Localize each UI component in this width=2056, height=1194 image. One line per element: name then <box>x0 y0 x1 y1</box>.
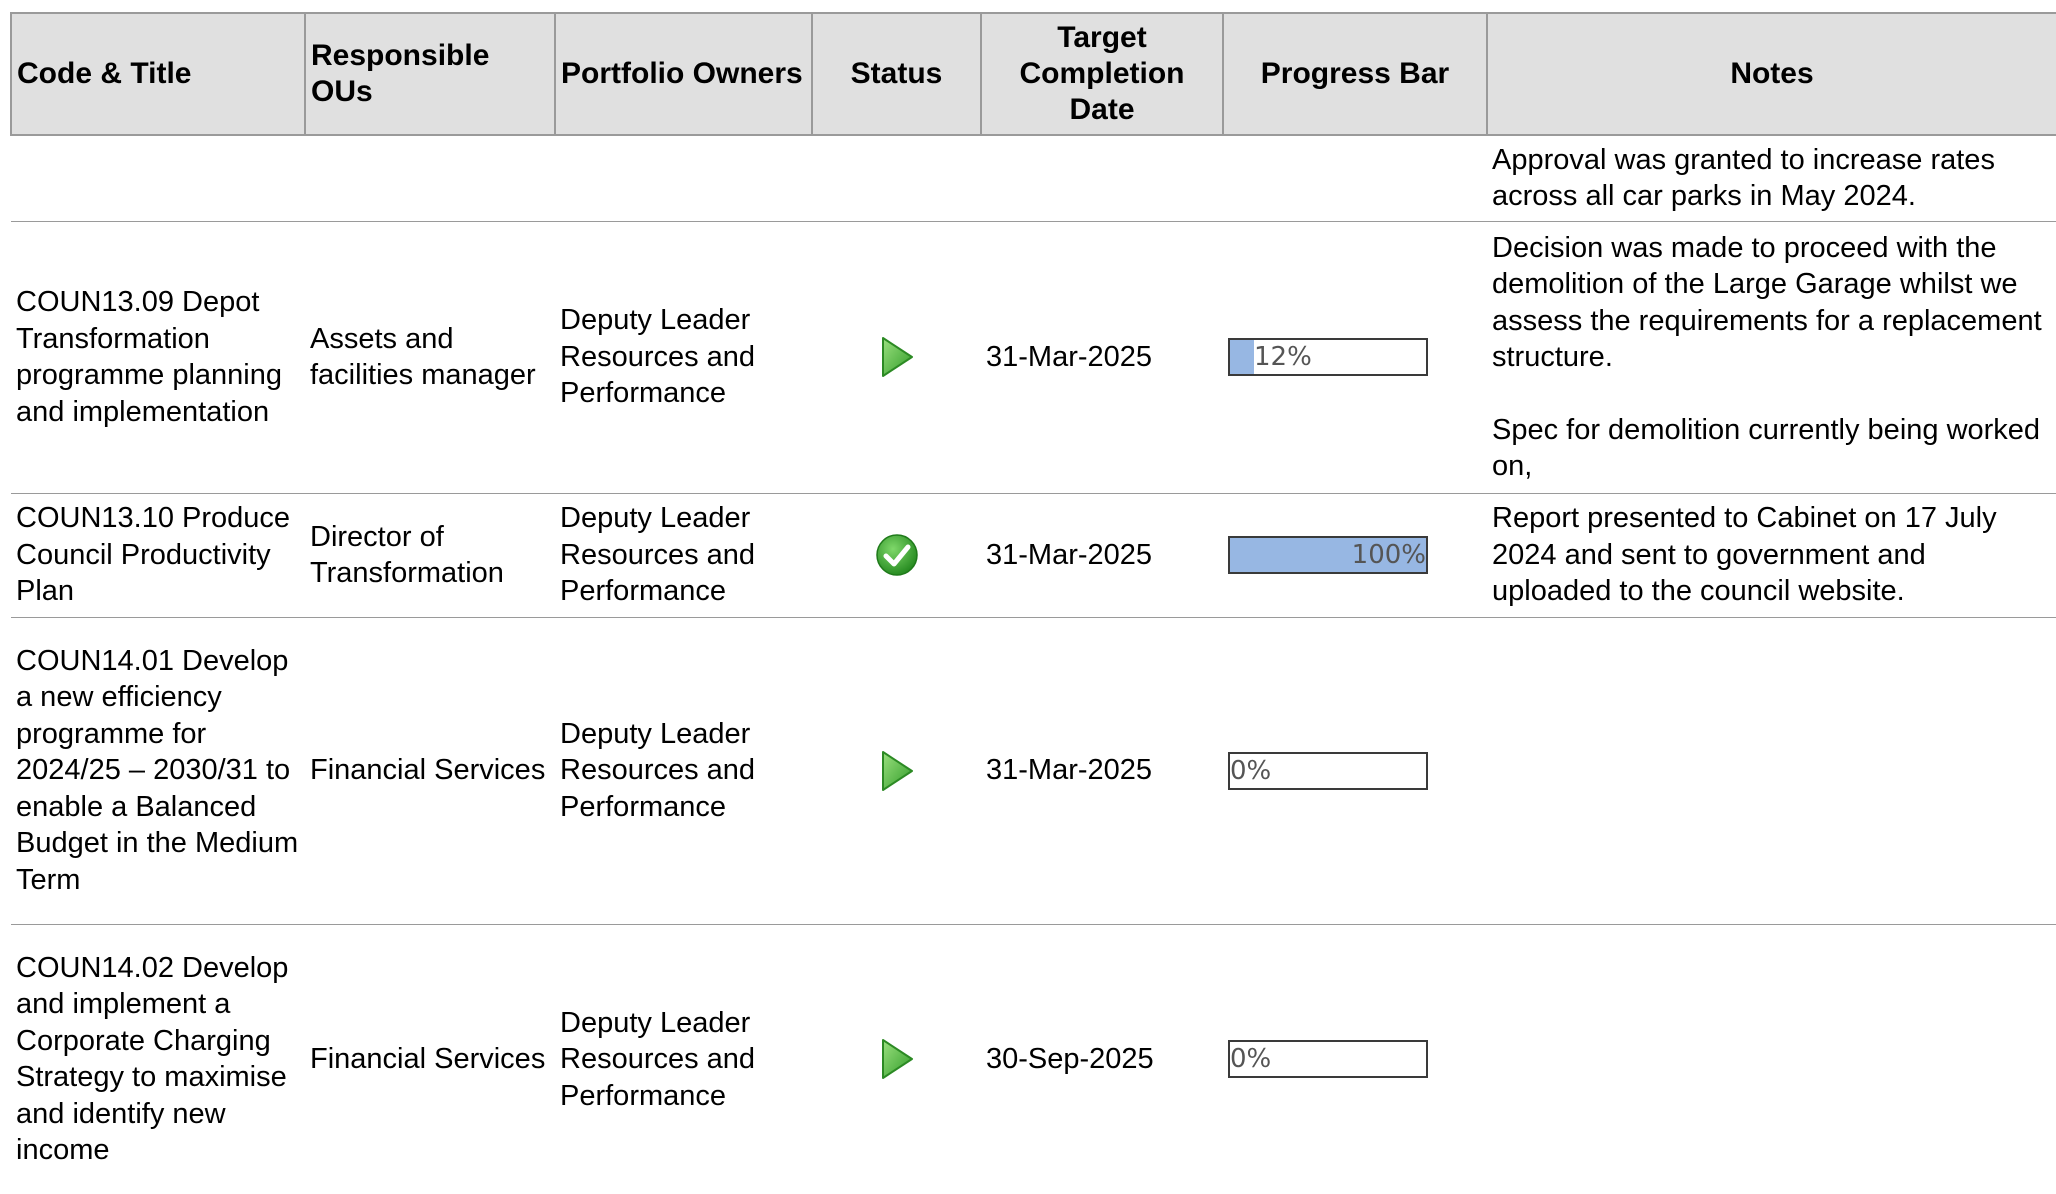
progress-bar: 0% <box>1228 1040 1428 1079</box>
header-code-title: Code & Title <box>10 12 306 136</box>
progress-label: 0% <box>1230 755 1272 786</box>
code-title-cell: COUN13.10 Produce Council Productivity P… <box>11 493 305 618</box>
code-title-cell: COUN13.09 Depot Transformation programme… <box>11 221 305 494</box>
in-progress-icon <box>881 1039 913 1080</box>
note-paragraph: Decision was made to proceed with the de… <box>1492 231 2042 374</box>
progress-label: 0% <box>1230 1044 1272 1075</box>
target-date-cell: 31-Mar-2025 <box>981 617 1223 925</box>
owners-cell: Deputy Leader Resources and Performance <box>555 493 812 618</box>
status-cell <box>812 135 981 222</box>
status-cell <box>812 221 981 494</box>
responsible-cell <box>305 135 555 222</box>
status-cell <box>812 493 981 618</box>
note-paragraph: Approval was granted to increase rates a… <box>1492 143 1995 213</box>
owners-cell: Deputy Leader Resources and Performance <box>560 1006 756 1112</box>
table-row: Approval was granted to increase rates a… <box>11 135 2056 222</box>
target-date-cell: 31-Mar-2025 <box>981 221 1223 494</box>
note-paragraph: Spec for demolition currently being work… <box>1492 413 2041 483</box>
target-date-cell: 31-Mar-2025 <box>981 493 1223 618</box>
table-row: COUN13.10 Produce Council Productivity P… <box>11 493 2056 618</box>
in-progress-icon <box>881 337 913 377</box>
progress-cell: 0% <box>1223 617 1487 925</box>
owners-cell: Deputy Leader Resources and Performance <box>555 617 812 925</box>
notes-cell <box>1487 924 2056 1194</box>
progress-label: 12% <box>1254 342 1312 372</box>
code-title-cell: COUN14.01 Develop a new efficiency progr… <box>11 617 305 925</box>
completed-check-icon <box>875 534 918 576</box>
header-status: Status <box>811 12 982 136</box>
note-paragraph: Report presented to Cabinet on 17 July 2… <box>1492 502 1997 608</box>
header-target-completion-date: Target Completion Date <box>980 12 1224 136</box>
progress-bar: 0% <box>1228 751 1428 790</box>
notes-cell: Approval was granted to increase rates a… <box>1487 135 2056 222</box>
responsible-cell: Financial Services <box>305 617 555 925</box>
owners-cell: Deputy Leader Resources and Performance <box>555 221 812 494</box>
progress-bar: 12% <box>1228 338 1428 376</box>
table-row: COUN13.09 Depot Transformation programme… <box>11 221 2056 494</box>
responsible-cell: Financial Services <box>310 1043 546 1075</box>
notes-cell: Decision was made to proceed with the de… <box>1487 221 2056 494</box>
in-progress-icon <box>881 750 913 791</box>
progress-cell: 0% <box>1223 924 1487 1194</box>
progress-cell: 12% <box>1223 221 1487 494</box>
header-progress-bar: Progress Bar <box>1222 12 1488 136</box>
code-title-cell <box>11 135 305 222</box>
performance-report-table: Code & Title Responsible OUs Portfolio O… <box>10 12 2056 1194</box>
header-notes: Notes <box>1486 12 2056 136</box>
progress-label: 100% <box>1351 540 1426 570</box>
notes-cell <box>1487 617 2056 925</box>
notes-cell: Report presented to Cabinet on 17 July 2… <box>1487 493 2056 618</box>
target-date-cell <box>981 135 1223 222</box>
header-responsible-ous: Responsible OUs <box>304 12 556 136</box>
progress-cell: 100% <box>1223 493 1487 618</box>
progress-cell <box>1223 135 1487 222</box>
responsible-cell: Director of Transformation <box>305 493 555 618</box>
table-row: COUN14.01 Develop a new efficiency progr… <box>11 617 2056 925</box>
status-cell <box>812 617 981 925</box>
table-header-row: Code & Title Responsible OUs Portfolio O… <box>10 12 2056 136</box>
target-date-cell: 30-Sep-2025 <box>986 1043 1154 1075</box>
responsible-cell: Assets and facilities manager <box>305 221 555 494</box>
code-title-cell: COUN14.02 Develop and implement a Corpor… <box>16 951 289 1167</box>
owners-cell <box>555 135 812 222</box>
status-cell <box>812 924 981 1194</box>
table-row: COUN14.02 Develop and implement a Corpor… <box>11 924 2056 1194</box>
header-portfolio-owners: Portfolio Owners <box>554 12 813 136</box>
progress-bar: 100% <box>1228 536 1428 574</box>
